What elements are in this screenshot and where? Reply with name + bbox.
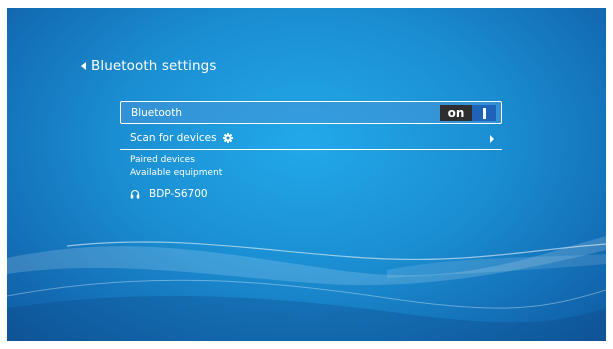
device-name: BDP-S6700 xyxy=(149,188,208,200)
gear-icon xyxy=(222,133,233,143)
chevron-left-icon xyxy=(81,62,86,70)
settings-list: Bluetooth on Scan for devices Paired dev… xyxy=(120,101,502,202)
available-equipment-heading: Available equipment xyxy=(130,168,223,178)
paired-devices-heading: Paired devices xyxy=(130,155,195,165)
device-item[interactable]: BDP-S6700 xyxy=(120,186,502,202)
bluetooth-label: Bluetooth xyxy=(131,106,182,119)
toggle-knob-area xyxy=(472,105,496,121)
toggle-state-label: on xyxy=(440,105,472,121)
page-title: Bluetooth settings xyxy=(91,58,217,74)
back-navigation[interactable]: Bluetooth settings xyxy=(81,58,216,74)
bluetooth-toggle[interactable]: on xyxy=(440,105,496,121)
scan-label: Scan for devices xyxy=(130,132,217,144)
headphones-icon xyxy=(130,189,140,199)
scan-for-devices-row[interactable]: Scan for devices xyxy=(120,127,502,150)
bluetooth-row[interactable]: Bluetooth on xyxy=(120,101,502,124)
chevron-right-icon xyxy=(490,135,494,143)
tv-screen: Bluetooth settings Bluetooth on Scan for… xyxy=(7,8,606,341)
toggle-knob xyxy=(482,107,486,119)
